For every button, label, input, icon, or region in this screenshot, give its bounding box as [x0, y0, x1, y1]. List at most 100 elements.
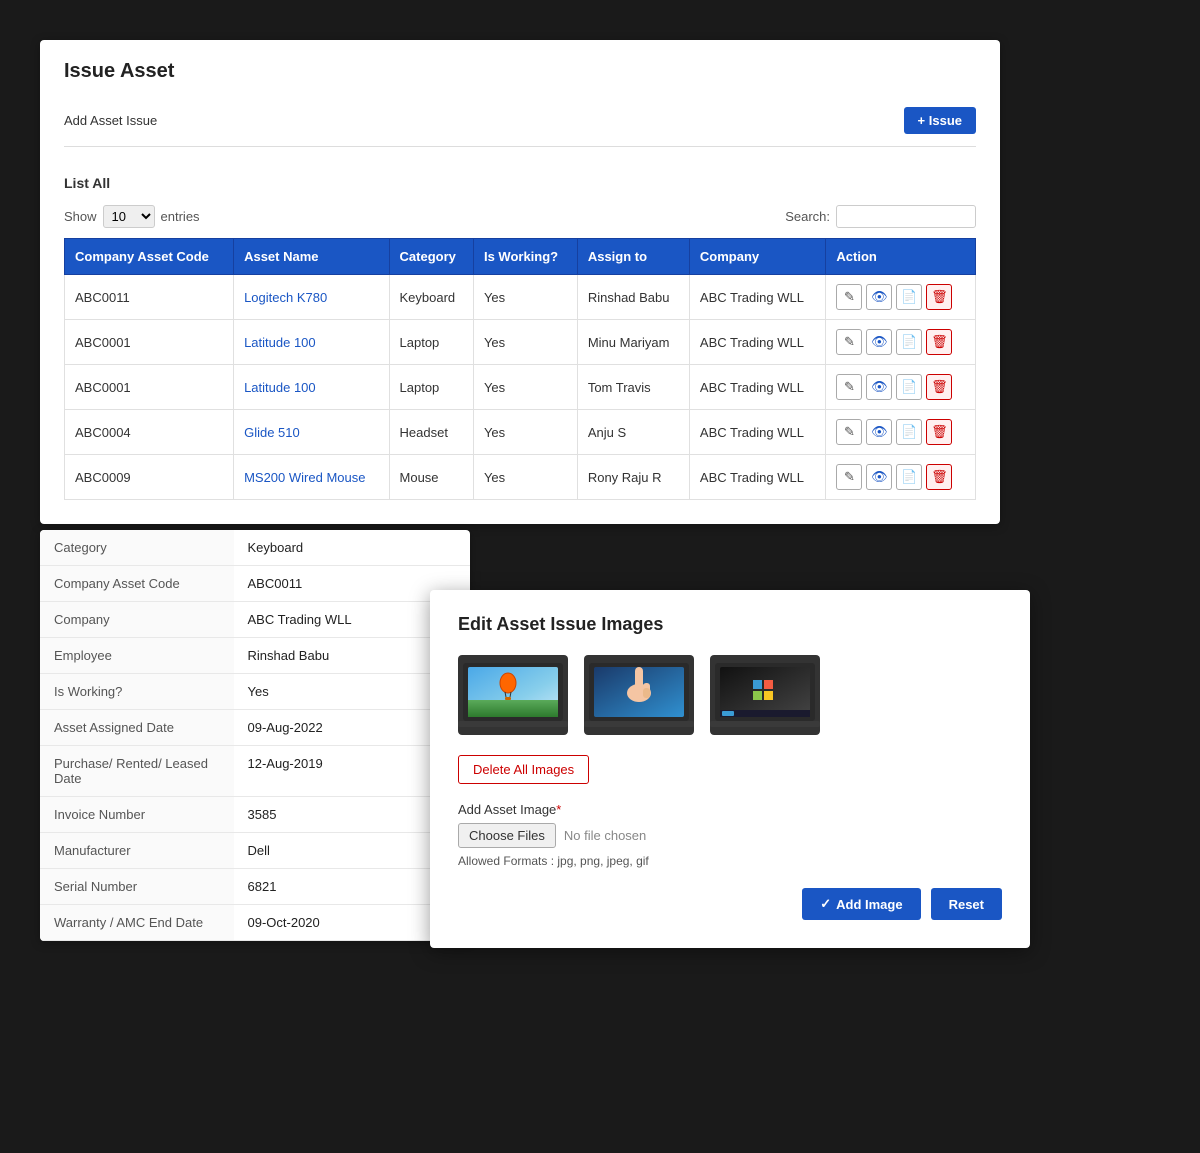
cell-assign: Rinshad Babu [577, 275, 689, 320]
add-issue-label: Add Asset Issue [64, 113, 157, 128]
show-entries: Show 10 25 50 100 entries [64, 205, 200, 228]
modal-title: Edit Asset Issue Images [458, 614, 1002, 635]
table-row: ABC0001 Latitude 100 Laptop Yes Minu Mar… [65, 320, 976, 365]
col-action: Action [826, 239, 976, 275]
copy-button[interactable]: 📄 [896, 284, 922, 310]
cell-action: ✎ 👁 📄 🗑 [826, 365, 976, 410]
add-image-button[interactable]: ✓ Add Image [802, 888, 920, 920]
asset-image-3 [710, 655, 820, 735]
page-title: Issue Asset [64, 60, 976, 83]
detail-table: Category Keyboard Company Asset Code ABC… [40, 530, 470, 941]
cell-working: Yes [473, 365, 577, 410]
cell-category: Headset [389, 410, 473, 455]
col-assign: Assign to [577, 239, 689, 275]
main-card: Issue Asset Add Asset Issue + Issue List… [40, 40, 1000, 524]
cell-assign: Tom Travis [577, 365, 689, 410]
cell-action: ✎ 👁 📄 🗑 [826, 410, 976, 455]
view-button[interactable]: 👁 [866, 329, 892, 355]
copy-button[interactable]: 📄 [896, 464, 922, 490]
view-button[interactable]: 👁 [866, 284, 892, 310]
delete-button[interactable]: 🗑 [926, 329, 952, 355]
detail-label: Purchase/ Rented/ Leased Date [40, 746, 234, 797]
delete-all-images-button[interactable]: Delete All Images [458, 755, 589, 784]
cell-company: ABC Trading WLL [689, 410, 826, 455]
edit-button[interactable]: ✎ [836, 284, 862, 310]
modal-footer: ✓ Add Image Reset [458, 888, 1002, 920]
detail-label: Asset Assigned Date [40, 710, 234, 746]
cell-company: ABC Trading WLL [689, 455, 826, 500]
table-controls: Show 10 25 50 100 entries Search: [64, 205, 976, 228]
detail-label: Serial Number [40, 869, 234, 905]
detail-row: Company ABC Trading WLL [40, 602, 470, 638]
edit-button[interactable]: ✎ [836, 464, 862, 490]
detail-row: Employee Rinshad Babu [40, 638, 470, 674]
cell-action: ✎ 👁 📄 🗑 [826, 275, 976, 320]
cell-company: ABC Trading WLL [689, 320, 826, 365]
cell-assign: Anju S [577, 410, 689, 455]
copy-button[interactable]: 📄 [896, 329, 922, 355]
choose-files-button[interactable]: Choose Files [458, 823, 556, 848]
detail-value: Keyboard [234, 530, 471, 566]
cell-assign: Rony Raju R [577, 455, 689, 500]
cell-action: ✎ 👁 📄 🗑 [826, 455, 976, 500]
detail-row: Warranty / AMC End Date 09-Oct-2020 [40, 905, 470, 941]
list-all-section: List All Show 10 25 50 100 entries Searc… [64, 163, 976, 500]
cell-code: ABC0011 [65, 275, 234, 320]
detail-label: Company Asset Code [40, 566, 234, 602]
detail-row: Serial Number 6821 [40, 869, 470, 905]
file-input-row: Choose Files No file chosen [458, 823, 1002, 848]
col-category: Category [389, 239, 473, 275]
col-working: Is Working? [473, 239, 577, 275]
table-row: ABC0001 Latitude 100 Laptop Yes Tom Trav… [65, 365, 976, 410]
detail-row: Asset Assigned Date 09-Aug-2022 [40, 710, 470, 746]
cell-name: MS200 Wired Mouse [234, 455, 389, 500]
edit-button[interactable]: ✎ [836, 374, 862, 400]
show-label: Show [64, 209, 97, 224]
add-image-label: Add Asset Image* [458, 802, 1002, 817]
cell-name: Latitude 100 [234, 365, 389, 410]
delete-button[interactable]: 🗑 [926, 419, 952, 445]
detail-label: Warranty / AMC End Date [40, 905, 234, 941]
view-button[interactable]: 👁 [866, 374, 892, 400]
detail-row: Invoice Number 3585 [40, 797, 470, 833]
entries-label: entries [161, 209, 200, 224]
search-label: Search: [785, 209, 830, 224]
cell-working: Yes [473, 455, 577, 500]
detail-label: Employee [40, 638, 234, 674]
cell-company: ABC Trading WLL [689, 275, 826, 320]
view-button[interactable]: 👁 [866, 419, 892, 445]
table-header-row: Company Asset Code Asset Name Category I… [65, 239, 976, 275]
copy-button[interactable]: 📄 [896, 374, 922, 400]
detail-label: Is Working? [40, 674, 234, 710]
detail-label: Invoice Number [40, 797, 234, 833]
reset-button[interactable]: Reset [931, 888, 1002, 920]
delete-button[interactable]: 🗑 [926, 464, 952, 490]
search-input[interactable] [836, 205, 976, 228]
cell-action: ✎ 👁 📄 🗑 [826, 320, 976, 365]
search-bar: Search: [785, 205, 976, 228]
delete-button[interactable]: 🗑 [926, 374, 952, 400]
edit-button[interactable]: ✎ [836, 329, 862, 355]
add-issue-button[interactable]: + Issue [904, 107, 976, 134]
edit-button[interactable]: ✎ [836, 419, 862, 445]
cell-category: Laptop [389, 365, 473, 410]
cell-category: Laptop [389, 320, 473, 365]
cell-working: Yes [473, 275, 577, 320]
cell-working: Yes [473, 320, 577, 365]
cell-code: ABC0001 [65, 320, 234, 365]
col-code: Company Asset Code [65, 239, 234, 275]
detail-row: Company Asset Code ABC0011 [40, 566, 470, 602]
delete-button[interactable]: 🗑 [926, 284, 952, 310]
entries-select[interactable]: 10 25 50 100 [103, 205, 155, 228]
cell-code: ABC0009 [65, 455, 234, 500]
asset-image-2 [584, 655, 694, 735]
col-name: Asset Name [234, 239, 389, 275]
list-all-title: List All [64, 175, 976, 191]
cell-category: Keyboard [389, 275, 473, 320]
cell-assign: Minu Mariyam [577, 320, 689, 365]
copy-button[interactable]: 📄 [896, 419, 922, 445]
detail-panel: Category Keyboard Company Asset Code ABC… [40, 530, 470, 941]
cell-category: Mouse [389, 455, 473, 500]
cell-name: Logitech K780 [234, 275, 389, 320]
view-button[interactable]: 👁 [866, 464, 892, 490]
